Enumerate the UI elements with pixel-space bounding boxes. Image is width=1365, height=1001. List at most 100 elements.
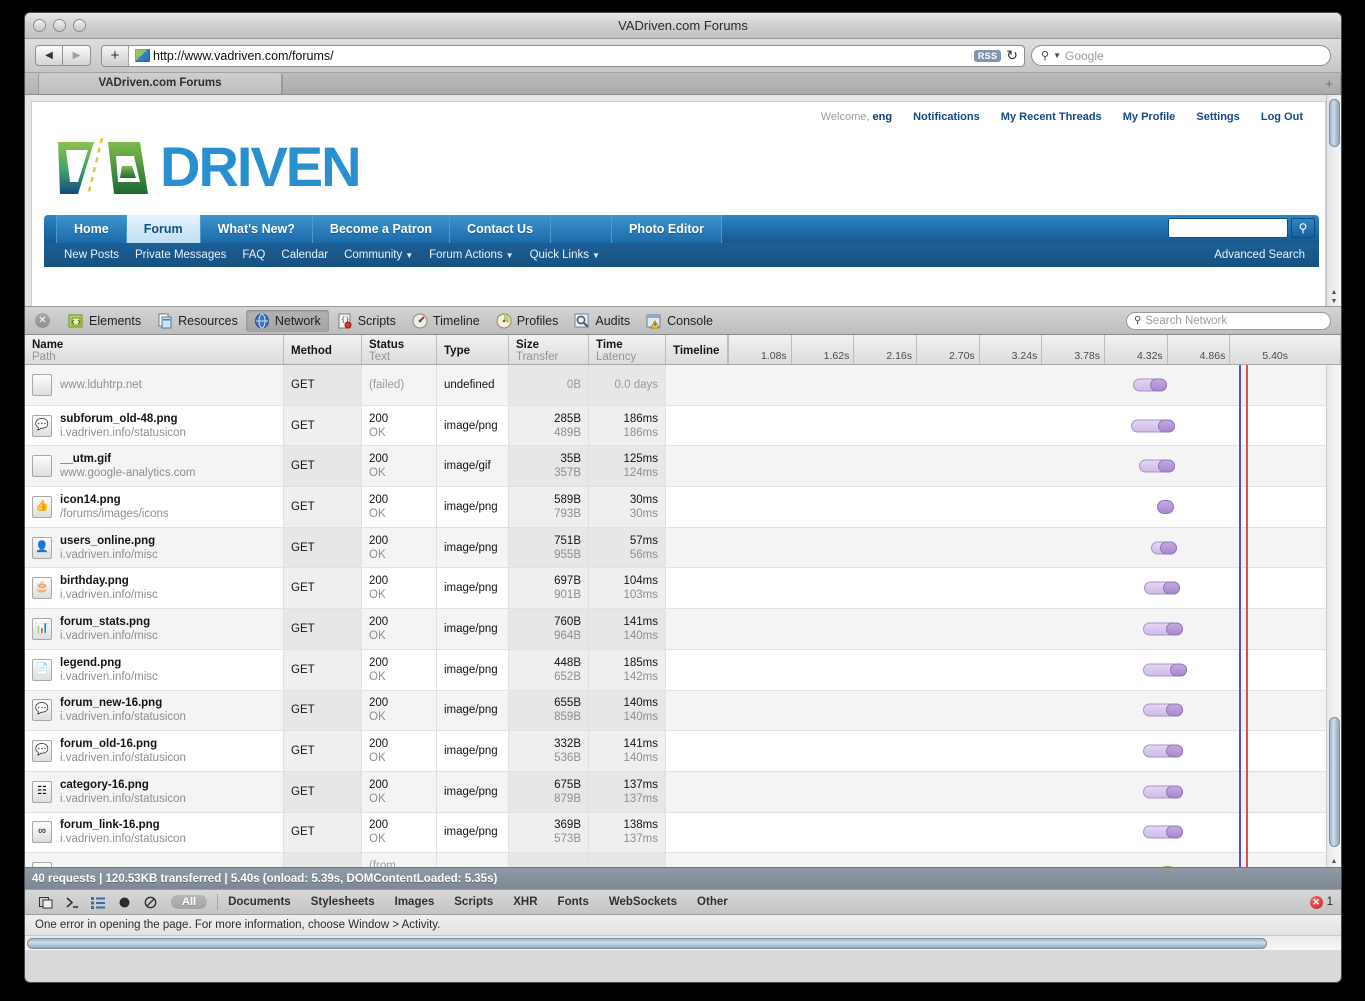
browser-search-field[interactable]: ⚲ ▼ Google	[1031, 45, 1331, 66]
table-row[interactable]: ☷ category-16.png i.vadriven.info/status…	[25, 771, 1341, 813]
table-row[interactable]: 📄 legend.png i.vadriven.info/misc GET 20…	[25, 649, 1341, 691]
tab-vadriven-forums[interactable]: VADriven.com Forums	[38, 73, 282, 94]
address-bar[interactable]: + http://www.vadriven.com/forums/ RSS ↻	[101, 44, 1025, 67]
subnav-forum-actions[interactable]: Forum Actions ▼	[429, 249, 513, 261]
column-header-method[interactable]: Method	[284, 335, 362, 364]
table-row[interactable]: 👍 icon14.png /forums/images/icons GET 20…	[25, 487, 1341, 528]
panel-tab-network[interactable]: Network	[245, 309, 329, 332]
column-header-type[interactable]: Type	[437, 335, 509, 364]
link-notifications[interactable]: Notifications	[913, 111, 980, 123]
table-row[interactable]: ∞ forum_link-16.png i.vadriven.info/stat…	[25, 812, 1341, 854]
nav-become-a-patron[interactable]: Become a Patron	[312, 215, 451, 243]
table-row[interactable]: 💬 forum_new-16.png i.vadriven.info/statu…	[25, 690, 1341, 732]
time-value: 138ms	[623, 819, 658, 832]
horizontal-scrollbar-thumb[interactable]	[27, 938, 1267, 949]
nav-whats-new[interactable]: What's New?	[200, 215, 313, 243]
new-tab-button[interactable]: +	[102, 45, 129, 66]
panel-tab-scripts[interactable]: {} Scripts	[329, 310, 404, 332]
nav-contact-us[interactable]: Contact Us	[450, 215, 552, 243]
reload-icon[interactable]: ↻	[1006, 47, 1018, 64]
column-header-name[interactable]: Name Path	[25, 335, 284, 364]
console-prompt-icon[interactable]	[59, 893, 85, 911]
table-row[interactable]: 📊 forum_stats.png i.vadriven.info/misc G…	[25, 609, 1341, 650]
clear-icon[interactable]	[137, 893, 163, 911]
dock-icon[interactable]	[33, 893, 59, 911]
panel-tab-audits[interactable]: Audits	[566, 310, 638, 332]
filter-images[interactable]: Images	[395, 896, 435, 908]
filter-xhr[interactable]: XHR	[513, 896, 537, 908]
network-list-scrollbar[interactable]: ▲	[1326, 365, 1341, 867]
subnav-calendar[interactable]: Calendar	[281, 249, 328, 261]
nav-photo-editor[interactable]: Photo Editor	[612, 215, 723, 243]
filter-fonts[interactable]: Fonts	[558, 896, 589, 908]
panel-tab-timeline[interactable]: Timeline	[404, 310, 488, 332]
column-header-status[interactable]: Status Text	[362, 335, 437, 364]
network-search-field[interactable]: ⚲ Search Network	[1126, 311, 1331, 330]
error-badge[interactable]: ✕ 1	[1309, 895, 1333, 909]
network-scroll-arrows[interactable]: ▲	[1327, 857, 1341, 867]
table-row[interactable]: 💬 forum_old-16.png i.vadriven.info/statu…	[25, 731, 1341, 772]
cell-method: GET	[284, 609, 362, 649]
table-row[interactable]: 💬 subforum_old-48.png i.vadriven.info/st…	[25, 405, 1341, 447]
add-tab-icon[interactable]: +	[1325, 76, 1333, 91]
subnav-community[interactable]: Community ▼	[344, 249, 413, 261]
filter-documents[interactable]: Documents	[228, 896, 291, 908]
panel-tab-resources[interactable]: Resources	[149, 310, 246, 332]
site-nav: Home Forum What's New? Become a Patron C…	[44, 215, 1319, 243]
list-view-icon[interactable]	[85, 893, 111, 911]
rss-button[interactable]: RSS	[973, 49, 1002, 62]
link-log-out[interactable]: Log Out	[1261, 111, 1303, 123]
site-search-input[interactable]	[1168, 218, 1288, 238]
table-row[interactable]: 👤 users_online.png i.vadriven.info/misc …	[25, 527, 1341, 569]
rss-and-reload[interactable]: RSS ↻	[973, 47, 1024, 64]
page-scroll-arrows[interactable]: ▲ ▼	[1327, 288, 1341, 306]
page-scrollbar-thumb[interactable]	[1329, 99, 1340, 147]
nav-home[interactable]: Home	[56, 215, 127, 243]
link-my-recent-threads[interactable]: My Recent Threads	[1001, 111, 1102, 123]
filter-other[interactable]: Other	[697, 896, 728, 908]
filter-stylesheets[interactable]: Stylesheets	[311, 896, 375, 908]
cell-type: image/png	[437, 487, 509, 527]
timeline-bar	[1144, 581, 1180, 595]
panel-tab-profiles[interactable]: Profiles	[488, 310, 567, 332]
network-request-list[interactable]: www.lduhtrp.net GET (failed) undefined 0…	[25, 365, 1341, 867]
column-header-time[interactable]: Time Latency	[589, 335, 666, 364]
column-header-timeline[interactable]: Timeline	[666, 335, 728, 364]
status-code: 200	[369, 697, 389, 710]
cell-time: 104ms 103ms	[589, 568, 666, 609]
record-icon[interactable]	[111, 893, 137, 911]
close-inspector-button[interactable]: ✕	[35, 313, 50, 328]
column-header-size[interactable]: Size Transfer	[509, 335, 589, 364]
subnav-new-posts[interactable]: New Posts	[64, 249, 119, 261]
page-scrollbar[interactable]: ▲ ▼	[1326, 95, 1341, 306]
request-path: i.vadriven.info/misc	[60, 629, 158, 642]
subnav-quick-links[interactable]: Quick Links ▼	[530, 249, 600, 261]
filter-scripts[interactable]: Scripts	[454, 896, 493, 908]
table-row[interactable]: __utm.gif www.google-analytics.com GET 2…	[25, 446, 1341, 488]
filter-all-button[interactable]: All	[171, 895, 208, 909]
panel-tab-elements[interactable]: Elements	[60, 310, 149, 332]
minimize-window-button[interactable]	[53, 19, 66, 32]
tab-empty[interactable]	[282, 73, 1341, 94]
cell-status: (failed)	[362, 365, 437, 405]
advanced-search-link[interactable]: Advanced Search	[1214, 249, 1305, 261]
window-controls[interactable]	[33, 19, 86, 32]
horizontal-scrollbar[interactable]	[25, 935, 1341, 950]
table-row[interactable]: 🎂 birthday.png i.vadriven.info/misc GET …	[25, 568, 1341, 610]
link-settings[interactable]: Settings	[1196, 111, 1239, 123]
filter-websockets[interactable]: WebSockets	[609, 896, 677, 908]
table-row[interactable]: www.lduhtrp.net GET (failed) undefined 0…	[25, 365, 1341, 406]
link-my-profile[interactable]: My Profile	[1123, 111, 1176, 123]
request-name: forum_old-16.png	[60, 738, 158, 751]
nav-forum[interactable]: Forum	[126, 215, 201, 243]
subnav-private-messages[interactable]: Private Messages	[135, 249, 226, 261]
close-window-button[interactable]	[33, 19, 46, 32]
forward-button[interactable]: ▶	[63, 45, 91, 66]
site-search-button[interactable]: ⚲	[1291, 218, 1315, 238]
subnav-faq[interactable]: FAQ	[242, 249, 265, 261]
network-scrollbar-thumb[interactable]	[1329, 717, 1340, 847]
panel-tab-console[interactable]: Console	[638, 310, 721, 332]
back-button[interactable]: ◀	[35, 45, 63, 66]
zoom-window-button[interactable]	[73, 19, 86, 32]
table-row[interactable]: CSS data:text/css, GET (from cache) text…	[25, 853, 1341, 867]
